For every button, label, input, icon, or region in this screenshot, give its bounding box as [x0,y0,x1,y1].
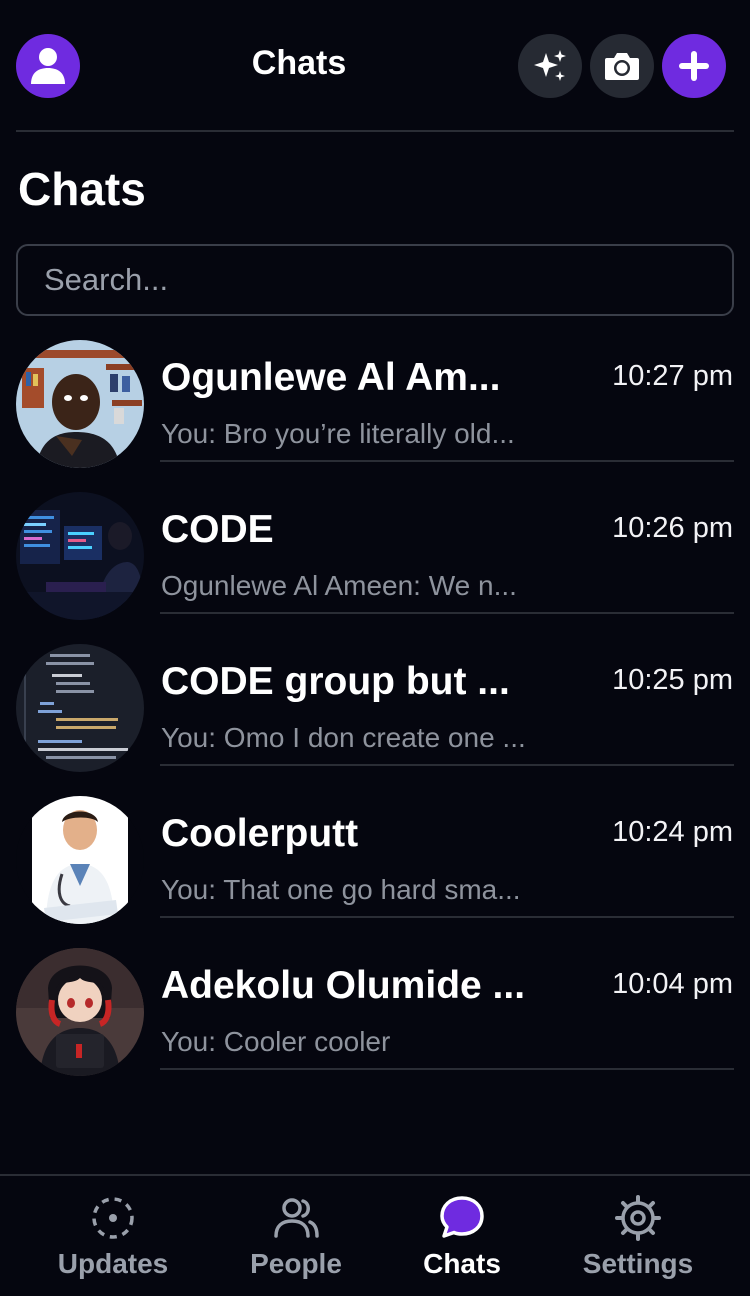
row-divider [160,460,734,462]
chat-row[interactable]: Coolerputt 10:24 pm You: That one go har… [0,792,750,944]
nav-label: Updates [57,1248,169,1279]
ai-sparkle-button[interactable] [518,34,582,98]
avatar[interactable] [16,644,144,772]
chat-bubble-icon [440,1196,484,1238]
nav-settings[interactable]: Settings [580,1194,696,1280]
avatar-code-snippet-icon [16,644,144,772]
updates-icon [92,1197,134,1239]
new-chat-button[interactable] [662,34,726,98]
nav-label: Chats [423,1248,501,1279]
top-title-text: Chats [251,44,347,82]
nav-label: People [250,1248,342,1279]
avatar-code-monitors-icon [16,492,144,620]
chat-name: CODE group but ... [161,660,510,703]
avatar[interactable] [16,948,144,1076]
chat-preview: You: Bro you’re literally old... [161,418,515,449]
chat-row[interactable]: Adekolu Olumide ... 10:04 pm You: Cooler… [0,944,750,1096]
chat-time: 10:24 pm [612,816,733,848]
chat-name: Ogunlewe Al Am... [161,356,501,399]
chat-time: 10:04 pm [612,968,733,1000]
avatar-anime-hacker-icon [16,948,144,1076]
chat-name: Adekolu Olumide ... [161,964,526,1007]
chat-row[interactable]: CODE group but ... 10:25 pm You: Omo I d… [0,640,750,792]
header-divider [16,130,734,132]
row-divider [160,612,734,614]
chat-time: 10:25 pm [612,664,733,696]
people-icon [274,1198,319,1238]
avatar[interactable] [16,796,144,924]
row-divider [160,764,734,766]
chat-time: 10:27 pm [612,360,733,392]
nav-updates[interactable]: Updates [56,1194,170,1280]
camera-icon [605,53,639,80]
gear-icon [615,1195,661,1241]
sparkle-icon [534,50,566,81]
bottom-nav: Updates People Chats Settings [0,1174,750,1296]
avatar-photo-icon [16,340,144,468]
top-bar: Chats [0,0,750,132]
nav-chats[interactable]: Chats [422,1194,502,1280]
nav-label: Settings [582,1248,694,1279]
chat-preview: Ogunlewe Al Ameen: We n... [161,570,517,601]
chat-name: CODE [161,508,274,551]
section-title: Chats [18,163,146,215]
chat-preview: You: That one go hard sma... [161,874,521,905]
plus-icon [679,51,709,81]
chat-name: Coolerputt [161,812,359,855]
row-divider [160,916,734,918]
avatar[interactable] [16,492,144,620]
app: Chats Chats Search... Ogunlewe Al Am... … [0,0,750,1296]
avatar[interactable] [16,340,144,468]
search-input[interactable] [18,246,732,314]
chat-preview: You: Cooler cooler [161,1026,391,1057]
chat-list: Ogunlewe Al Am... 10:27 pm You: Bro you’… [0,336,750,1096]
camera-button[interactable] [590,34,654,98]
chat-row[interactable]: Ogunlewe Al Am... 10:27 pm You: Bro you’… [0,336,750,488]
chat-preview: You: Omo I don create one ... [161,722,526,753]
avatar-doctor-icon [16,796,144,924]
chat-time: 10:26 pm [612,512,733,544]
search-box[interactable] [16,244,734,316]
row-divider [160,1068,734,1070]
nav-people[interactable]: People [248,1194,344,1280]
chat-row[interactable]: CODE 10:26 pm Ogunlewe Al Ameen: We n... [0,488,750,640]
